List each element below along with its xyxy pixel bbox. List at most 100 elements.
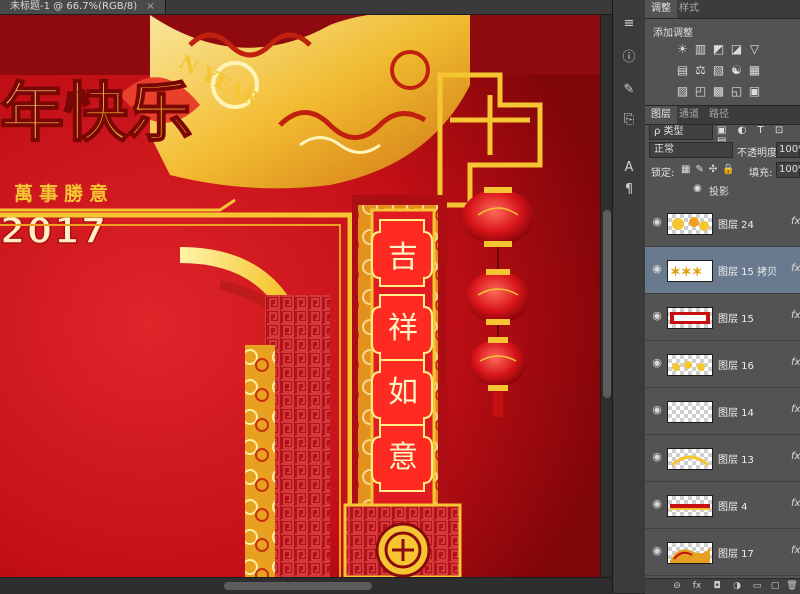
fill-input[interactable]: 100% — [776, 162, 800, 178]
tab-styles[interactable]: 样式 — [673, 0, 705, 18]
fx-icon[interactable]: fx — [791, 404, 800, 415]
layer-name[interactable]: 图层 17 — [718, 545, 754, 560]
layer-kind-filter[interactable]: ρ 类型 — [649, 124, 713, 140]
eye-icon[interactable]: ◉ — [651, 451, 663, 463]
character-tool-icon[interactable]: A — [619, 158, 639, 178]
tab-channels[interactable]: 通道 — [673, 106, 705, 124]
layers-tab-bar: 图层 通道 路径 — [645, 105, 800, 125]
blend-mode-select[interactable]: 正常 — [649, 142, 733, 158]
history-tool-icon[interactable]: ≡ — [619, 14, 639, 34]
lock-row: 锁定: ▦✎✣🔒 填充: 100% — [645, 160, 800, 180]
brush-preset-tool-icon[interactable]: ✎ — [619, 80, 639, 100]
drop-shadow-effect-label: 投影 — [709, 187, 729, 198]
title-text: 年快乐 — [0, 76, 192, 151]
new-group-icon[interactable]: ▭ — [751, 580, 763, 592]
vibrance-icon[interactable]: ▽ — [747, 42, 762, 57]
eye-icon[interactable]: ◉ — [651, 216, 663, 228]
levels-icon[interactable]: ▥ — [693, 42, 708, 57]
canvas[interactable]: N YEAR 年快乐 萬事勝意 2017 吉 祥 如 意 — [0, 15, 600, 577]
eye-icon[interactable]: ◉ — [693, 183, 702, 194]
layer-name[interactable]: 图层 24 — [718, 216, 754, 231]
layer-row[interactable]: ◉ 图层 17 fx — [645, 529, 800, 576]
layer-thumbnail — [667, 213, 713, 235]
fx-icon[interactable]: fx — [791, 451, 800, 462]
new-layer-icon[interactable]: ▢ — [769, 580, 781, 592]
layer-name[interactable]: 图层 14 — [718, 404, 754, 419]
layer-name[interactable]: 图层 4 — [718, 498, 748, 513]
layer-row[interactable]: ◉ 图层 15 fx — [645, 294, 800, 341]
effect-row[interactable]: ◉ 投影 — [645, 181, 800, 198]
layer-name[interactable]: 图层 13 — [718, 451, 754, 466]
subtitle-text: 萬事勝意 — [14, 182, 114, 205]
clone-source-tool-icon[interactable]: ⎘ — [619, 110, 639, 130]
vertical-scroll-thumb[interactable] — [603, 210, 611, 398]
fx-icon[interactable]: fx — [791, 357, 800, 368]
fx-icon[interactable]: fx — [791, 263, 800, 274]
eye-icon[interactable]: ◉ — [651, 545, 663, 557]
eye-icon[interactable]: ◉ — [651, 263, 663, 275]
adjustment-icon-grid: ☀ ▥ ◩ ◪ ▽ ▤ ⚖ ▧ ☯ ▦ ▨ ◰ ▩ ◱ ▣ — [675, 42, 800, 105]
artwork: N YEAR 年快乐 萬事勝意 2017 吉 祥 如 意 — [0, 15, 600, 577]
close-tab-icon[interactable]: × — [146, 1, 154, 12]
layer-row[interactable]: ◉ 图层 24 fx — [645, 200, 800, 247]
layer-thumbnail — [667, 542, 713, 564]
banner-characters: 吉 祥 如 意 — [371, 219, 433, 492]
hue-saturation-icon[interactable]: ▤ — [675, 63, 690, 78]
photo-filter-icon[interactable]: ☯ — [729, 63, 744, 78]
add-adjustment-label: 添加调整 — [653, 28, 693, 39]
fx-icon[interactable]: fx — [791, 216, 800, 227]
document-tab[interactable]: 未标题-1 @ 66.7%(RGB/8) × — [0, 0, 166, 14]
layer-thumbnail — [667, 448, 713, 470]
invert-icon[interactable]: ▨ — [675, 84, 690, 99]
color-balance-icon[interactable]: ⚖ — [693, 63, 708, 78]
layer-name[interactable]: 图层 16 — [718, 357, 754, 372]
threshold-icon[interactable]: ▩ — [711, 84, 726, 99]
layer-row[interactable]: ◉ 图层 4 fx — [645, 482, 800, 529]
horizontal-scroll-thumb[interactable] — [224, 582, 372, 590]
black-white-icon[interactable]: ▧ — [711, 63, 726, 78]
layer-thumbnail — [667, 495, 713, 517]
layer-filter-row: ρ 类型 ▣ ◐ T ⊡ ▤ — [645, 123, 800, 147]
tab-paths[interactable]: 路径 — [703, 106, 735, 124]
blend-mode-row: 正常 不透明度: 100% — [645, 141, 800, 159]
fx-icon[interactable]: fx — [791, 545, 800, 556]
lock-icons[interactable]: ▦✎✣🔒 — [681, 164, 740, 175]
posterize-icon[interactable]: ◰ — [693, 84, 708, 99]
adjustment-layer-icon[interactable]: ◑ — [731, 580, 743, 592]
layer-list: ◉ 图层 24 fx ◉ ✶✶✶ 图层 15 拷贝 fx ◉ 图层 15 fx … — [645, 200, 800, 578]
layer-row[interactable]: ◉ 图层 14 fx — [645, 388, 800, 435]
layer-row[interactable]: ◉ 图层 13 fx — [645, 435, 800, 482]
layer-thumbnail: ✶✶✶ — [667, 260, 713, 282]
brightness-icon[interactable]: ☀ — [675, 42, 690, 57]
selective-color-icon[interactable]: ▣ — [747, 84, 762, 99]
delete-layer-icon[interactable]: 🗑 — [786, 580, 798, 592]
layer-name[interactable]: 图层 15 — [718, 310, 754, 325]
document-tab-bar: 未标题-1 @ 66.7%(RGB/8) × — [0, 0, 612, 15]
fx-icon[interactable]: fx — [791, 310, 800, 321]
layer-thumbnail — [667, 307, 713, 329]
curves-icon[interactable]: ◩ — [711, 42, 726, 57]
fx-icon[interactable]: fx — [791, 498, 800, 509]
eye-icon[interactable]: ◉ — [651, 404, 663, 416]
info-tool-icon[interactable]: ⓘ — [619, 48, 639, 68]
banner-char-3: 如 — [388, 375, 418, 410]
layer-row[interactable]: ◉ 图层 16 fx — [645, 341, 800, 388]
opacity-input[interactable]: 100% — [776, 142, 800, 158]
exposure-icon[interactable]: ◪ — [729, 42, 744, 57]
layer-thumbnail — [667, 401, 713, 423]
canvas-horizontal-scrollbar[interactable] — [0, 577, 612, 594]
layer-style-icon[interactable]: fx — [691, 580, 703, 592]
gradient-map-icon[interactable]: ◱ — [729, 84, 744, 99]
layer-row[interactable]: ◉ ✶✶✶ 图层 15 拷贝 fx — [645, 247, 800, 294]
fill-label: 填充: — [749, 168, 773, 179]
layer-name[interactable]: 图层 15 拷贝 — [718, 263, 777, 278]
eye-icon[interactable]: ◉ — [651, 498, 663, 510]
link-layers-icon[interactable]: ⊝ — [671, 580, 683, 592]
eye-icon[interactable]: ◉ — [651, 357, 663, 369]
collapsed-panel-strip: ≡ ⓘ ✎ ⎘ A ¶ — [612, 0, 646, 593]
add-mask-icon[interactable]: ◘ — [711, 580, 723, 592]
paragraph-tool-icon[interactable]: ¶ — [619, 180, 639, 200]
channel-mixer-icon[interactable]: ▦ — [747, 63, 762, 78]
eye-icon[interactable]: ◉ — [651, 310, 663, 322]
right-panel: 调整 样式 添加调整 ☀ ▥ ◩ ◪ ▽ ▤ ⚖ ▧ ☯ ▦ ▨ ◰ ▩ ◱ ▣ 图层 通道 路径 ρ … — [645, 0, 800, 594]
